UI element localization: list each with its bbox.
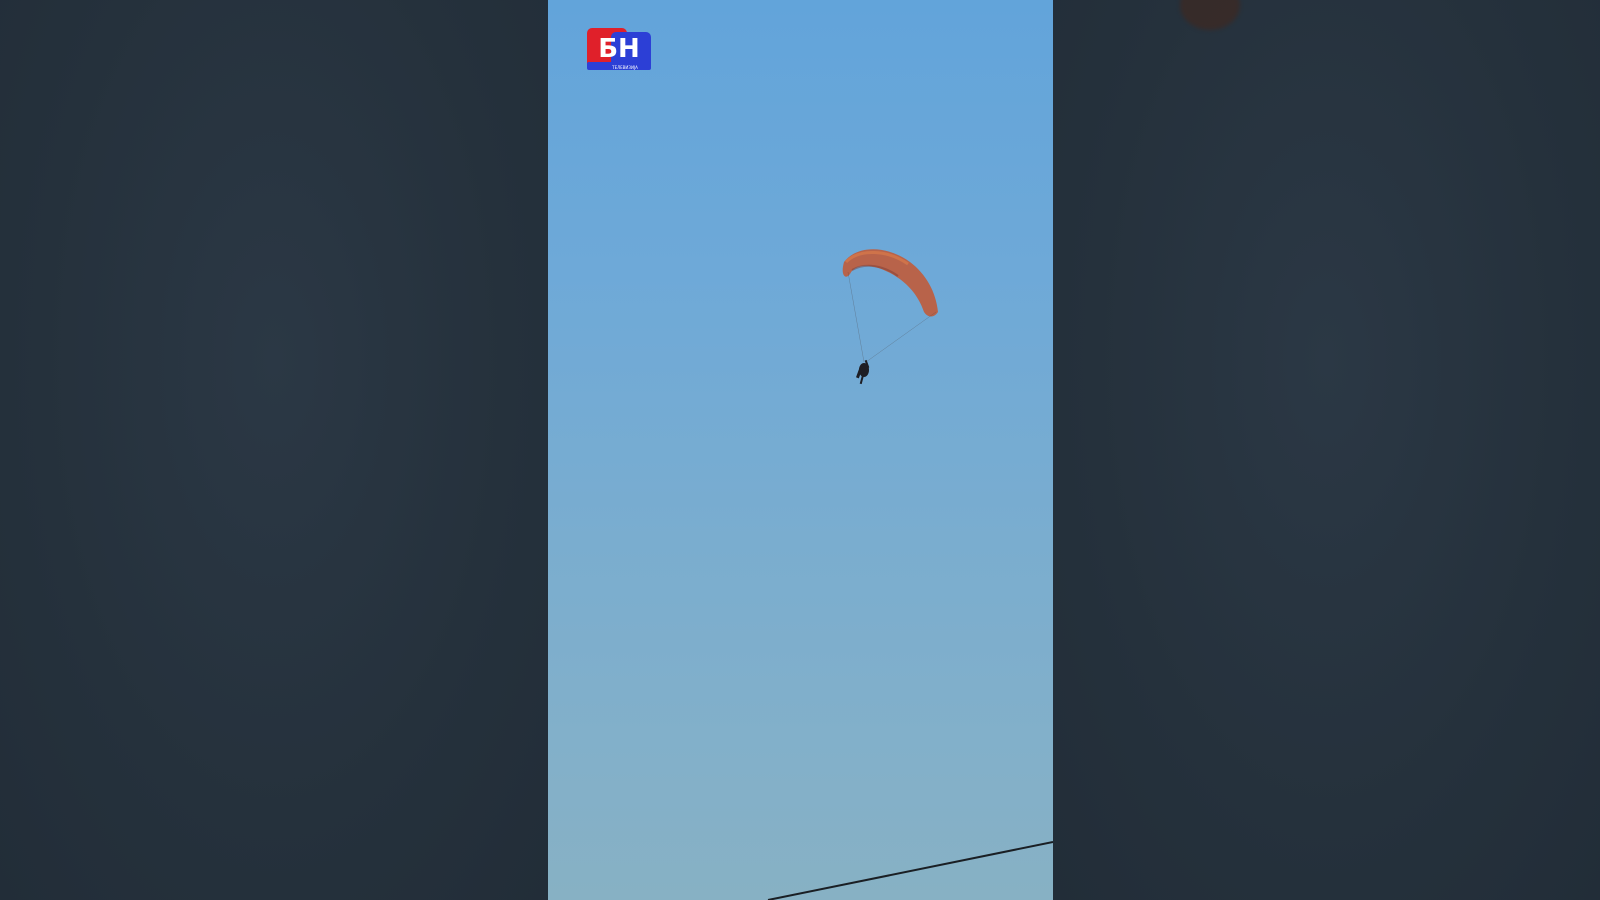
power-line	[767, 841, 1053, 900]
blurred-backdrop-left	[0, 0, 548, 900]
logo-text: БН	[598, 34, 640, 64]
logo-subtext: ТЕЛЕВИЗИЈА	[611, 65, 638, 70]
video-viewer: БН ТЕЛЕВИЗИЈА	[0, 0, 1600, 900]
sky-scene	[767, 249, 1053, 900]
paraglider-canopy	[842, 249, 938, 317]
video-frame[interactable]: БН ТЕЛЕВИЗИЈА	[548, 0, 1053, 900]
channel-logo: БН ТЕЛЕВИЗИЈА	[587, 28, 651, 70]
blurred-backdrop-right	[1053, 0, 1600, 900]
paraglider-pilot	[856, 359, 870, 385]
